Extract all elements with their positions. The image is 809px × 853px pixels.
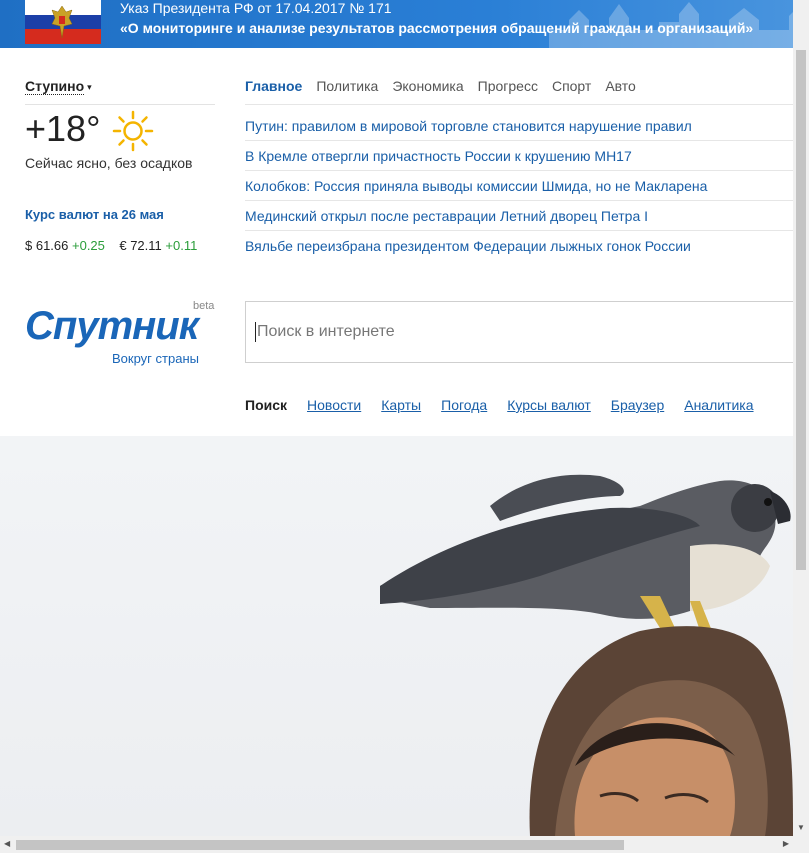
banner-decree-title[interactable]: Указ Президента РФ от 17.04.2017 № 171 [120, 0, 392, 16]
news-tabs: Главное Политика Экономика Прогресс Спор… [245, 78, 636, 94]
tab-auto[interactable]: Авто [605, 78, 636, 94]
falcon-icon [380, 474, 791, 631]
news-item[interactable]: В Кремле отвергли причастность России к … [245, 141, 809, 171]
child-icon [529, 626, 793, 836]
service-maps[interactable]: Карты [381, 397, 421, 413]
tab-sport[interactable]: Спорт [552, 78, 591, 94]
tab-politics[interactable]: Политика [316, 78, 378, 94]
usd-rate: $ 61.66 [25, 238, 69, 253]
hero-image [0, 436, 793, 836]
usd-change: +0.25 [72, 238, 105, 253]
logo-tagline: Вокруг страны [112, 351, 199, 366]
scrollbar-corner [793, 836, 809, 853]
service-browser[interactable]: Браузер [611, 397, 664, 413]
news-list: Путин: правилом в мировой торговле стано… [245, 111, 809, 261]
weather-description: Сейчас ясно, без осадков [25, 155, 193, 171]
vertical-scrollbar[interactable]: ▼ [793, 0, 809, 836]
news-item[interactable]: Вяльбе переизбрана президентом Федерации… [245, 231, 809, 261]
tab-economy[interactable]: Экономика [392, 78, 463, 94]
service-news[interactable]: Новости [307, 397, 361, 413]
text-cursor [255, 322, 256, 342]
city-name: Ступино [25, 78, 85, 95]
service-weather[interactable]: Погода [441, 397, 487, 413]
service-currency[interactable]: Курсы валют [507, 397, 591, 413]
service-search[interactable]: Поиск [245, 397, 287, 413]
logo-wordmark: Спутник [25, 304, 199, 348]
falcon-and-child-image [380, 474, 793, 836]
decree-banner[interactable]: Указ Президента РФ от 17.04.2017 № 171 «… [0, 0, 809, 48]
service-analytics[interactable]: Аналитика [684, 397, 753, 413]
sun-icon [112, 110, 154, 152]
divider [245, 104, 809, 105]
scrollbar-thumb[interactable] [16, 840, 624, 850]
chevron-down-icon[interactable]: ▼ [797, 823, 805, 832]
eur-rate: € 72.11 [119, 238, 162, 253]
rates-title[interactable]: Курс валют на 26 мая [25, 207, 164, 222]
city-selector[interactable]: Ступино ▾ [25, 78, 92, 95]
service-links: Поиск Новости Карты Погода Курсы валют Б… [245, 397, 754, 413]
chevron-down-icon: ▾ [87, 81, 92, 92]
currency-rates: $ 61.66 +0.25 € 72.11 +0.11 [25, 238, 197, 253]
kremlin-skyline-icon [549, 2, 809, 48]
horizontal-scrollbar[interactable]: ◀ ▶ [0, 836, 793, 853]
scrollbar-thumb[interactable] [796, 50, 806, 570]
eur-change: +0.11 [165, 238, 198, 253]
chevron-right-icon[interactable]: ▶ [783, 839, 789, 848]
news-item[interactable]: Мединский открыл после реставрации Летни… [245, 201, 809, 231]
news-item[interactable]: Путин: правилом в мировой торговле стано… [245, 111, 809, 141]
temperature: +18° [25, 108, 101, 149]
tab-main[interactable]: Главное [245, 78, 302, 94]
tab-progress[interactable]: Прогресс [478, 78, 538, 94]
sputnik-logo[interactable]: Спутник beta Вокруг страны [25, 300, 225, 370]
coat-of-arms-icon [51, 5, 73, 39]
news-item[interactable]: Колобков: Россия приняла выводы комиссии… [245, 171, 809, 201]
chevron-left-icon[interactable]: ◀ [4, 839, 10, 848]
beta-label: beta [193, 300, 215, 312]
search-input[interactable] [246, 302, 808, 362]
search-box [245, 301, 809, 363]
divider [25, 104, 215, 105]
